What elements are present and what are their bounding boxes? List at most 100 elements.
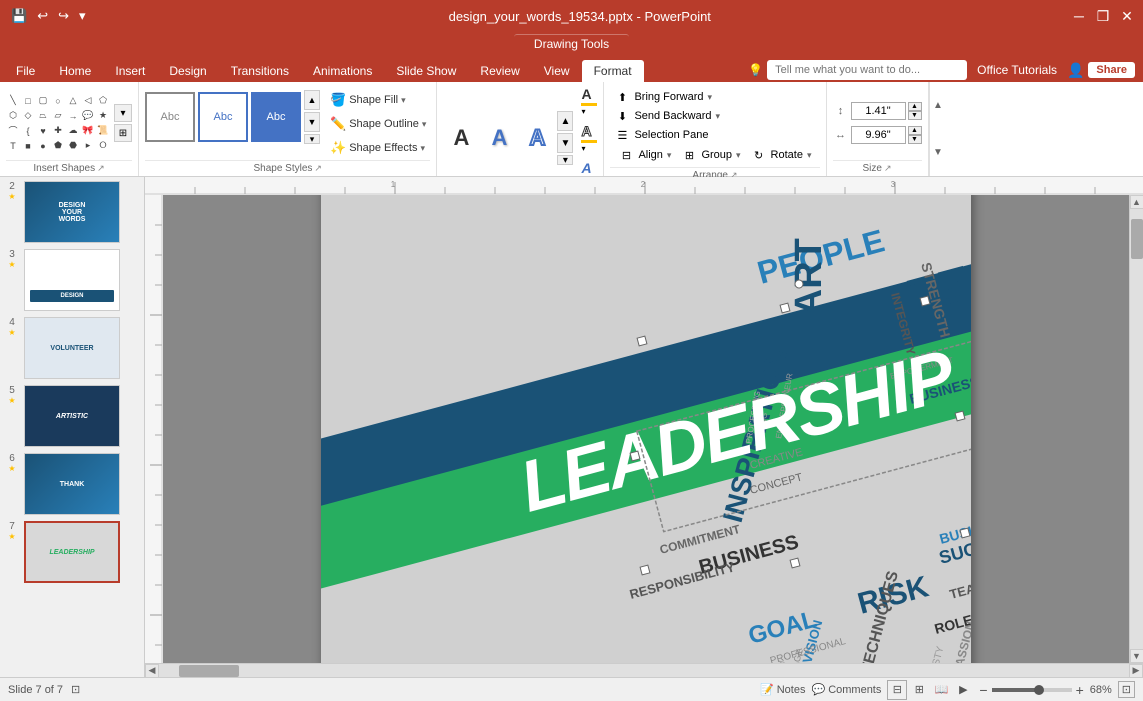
insert-shapes-expand-icon[interactable]: ↗ xyxy=(97,163,105,174)
slide-img-7[interactable]: LEADERSHIP xyxy=(24,521,120,583)
text-box-shape[interactable]: T xyxy=(6,139,20,153)
arrow-shape[interactable]: → xyxy=(66,109,80,123)
para-shape[interactable]: ▱ xyxy=(51,109,65,123)
shape-outline-dropdown[interactable]: ▾ xyxy=(422,119,427,130)
tab-animations[interactable]: Animations xyxy=(301,60,384,82)
scroll-track-h[interactable] xyxy=(159,664,1129,677)
shapes-more-button[interactable]: ▾ xyxy=(114,104,132,122)
slide-sorter-button[interactable]: ⊞ xyxy=(909,680,929,700)
rect2-shape[interactable]: ■ xyxy=(21,139,35,153)
slide-img-2[interactable]: DESIGNYOURWORDS xyxy=(24,181,120,243)
scroll-right-button[interactable]: ▶ xyxy=(1129,664,1143,678)
scroll-track-v[interactable] xyxy=(1130,209,1143,649)
oval-shape[interactable]: ● xyxy=(36,139,50,153)
ribbon-scroll-area[interactable]: ▲ ▼ xyxy=(929,82,947,176)
slideshow-button[interactable]: ▶ xyxy=(953,680,973,700)
align-dropdown[interactable]: ▾ xyxy=(667,150,672,161)
circle-shape[interactable]: ○ xyxy=(51,94,65,108)
shape-effects-dropdown[interactable]: ▾ xyxy=(420,143,425,154)
zoom-thumb[interactable] xyxy=(1034,685,1044,695)
scroll-thumb-h[interactable] xyxy=(179,665,239,677)
text-fill-button[interactable]: A ▾ xyxy=(581,86,597,116)
customize-icon[interactable]: ▾ xyxy=(76,6,89,26)
align-button[interactable]: ⊟ Align ▾ xyxy=(614,146,675,164)
hexagon-shape[interactable]: ⬡ xyxy=(6,109,20,123)
text-fill-dropdown-icon[interactable]: ▾ xyxy=(581,107,585,116)
comments-button[interactable]: 💬 Comments xyxy=(811,683,881,696)
tab-insert[interactable]: Insert xyxy=(103,60,157,82)
slide-thumb-5[interactable]: 5 ★ ARTISTIC xyxy=(4,385,140,447)
shape-outline-button[interactable]: ✏️ Shape Outline ▾ xyxy=(326,114,430,134)
scroll-thumb-v[interactable] xyxy=(1131,219,1143,259)
shape-style-1[interactable]: Abc xyxy=(145,92,195,142)
trapezoid-shape[interactable]: ⏢ xyxy=(36,109,50,123)
slide-thumb-2[interactable]: 2 ★ DESIGNYOURWORDS xyxy=(4,181,140,243)
rect-shape[interactable]: □ xyxy=(21,94,35,108)
selection-pane-button[interactable]: ☰ Selection Pane xyxy=(610,126,712,144)
shape7[interactable]: ⭘ xyxy=(96,139,110,153)
redo-icon[interactable]: ↪ xyxy=(55,6,72,26)
curved-shape[interactable]: ⌒ xyxy=(6,124,20,138)
wordart-sample-3[interactable]: A xyxy=(519,113,555,163)
slide-thumb-4[interactable]: 4 ★ VOLUNTEER xyxy=(4,317,140,379)
share-button[interactable]: Share xyxy=(1088,62,1135,78)
pentagon-shape[interactable]: ⬠ xyxy=(96,94,110,108)
triangle-shape[interactable]: △ xyxy=(66,94,80,108)
group-dropdown[interactable]: ▾ xyxy=(736,150,741,161)
height-up-button[interactable]: ▲ xyxy=(908,102,922,111)
size-expand-icon[interactable]: ↗ xyxy=(884,163,892,174)
zoom-fit-button[interactable]: ⊡ xyxy=(1118,681,1135,698)
shape-style-more[interactable]: ▾ xyxy=(304,134,320,144)
tell-me-input[interactable] xyxy=(767,60,967,80)
rounded-rect-shape[interactable]: ▢ xyxy=(36,94,50,108)
slide-img-6[interactable]: THANK xyxy=(24,453,120,515)
shape-styles-expand-icon[interactable]: ↗ xyxy=(314,163,322,174)
minimize-button[interactable]: ─ xyxy=(1071,8,1087,24)
slide-img-4[interactable]: VOLUNTEER xyxy=(24,317,120,379)
slide-img-3[interactable]: DESIGN xyxy=(24,249,120,311)
zoom-track[interactable] xyxy=(992,688,1072,692)
tab-home[interactable]: Home xyxy=(47,60,103,82)
cloud-shape[interactable]: ☁ xyxy=(66,124,80,138)
shape-style-down[interactable]: ▼ xyxy=(304,112,320,132)
scroll-up-button[interactable]: ▲ xyxy=(1130,195,1143,209)
normal-view-button[interactable]: ⊟ xyxy=(887,680,907,700)
shape-fill-dropdown[interactable]: ▾ xyxy=(401,95,406,106)
close-button[interactable]: ✕ xyxy=(1119,8,1135,24)
rtriangle-shape[interactable]: ◁ xyxy=(81,94,95,108)
callout-shape[interactable]: 💬 xyxy=(81,109,95,123)
height-down-button[interactable]: ▼ xyxy=(908,111,922,120)
text-outline-button[interactable]: A ▾ xyxy=(581,123,597,153)
send-backward-dropdown[interactable]: ▾ xyxy=(715,111,720,122)
cross-shape[interactable]: ✚ xyxy=(51,124,65,138)
scroll-down-button[interactable]: ▼ xyxy=(1130,649,1143,663)
rotate-button[interactable]: ↻ Rotate ▾ xyxy=(747,146,816,164)
zoom-minus-button[interactable]: − xyxy=(979,682,987,698)
tab-view[interactable]: View xyxy=(532,60,582,82)
tab-format[interactable]: Format xyxy=(582,60,644,82)
rotate-dropdown[interactable]: ▾ xyxy=(807,150,812,161)
height-input[interactable] xyxy=(851,102,906,120)
notes-button[interactable]: 📝 Notes xyxy=(760,683,805,696)
shape6[interactable]: ▸ xyxy=(81,139,95,153)
bring-forward-dropdown[interactable]: ▾ xyxy=(708,92,713,103)
width-down-button[interactable]: ▼ xyxy=(908,135,922,144)
slide-thumb-3[interactable]: 3 ★ DESIGN xyxy=(4,249,140,311)
ribbon-scroll-down[interactable]: ▼ xyxy=(933,129,943,176)
tab-design[interactable]: Design xyxy=(157,60,218,82)
shape4[interactable]: ⬟ xyxy=(51,139,65,153)
width-up-button[interactable]: ▲ xyxy=(908,126,922,135)
diamond-shape[interactable]: ◇ xyxy=(21,109,35,123)
zoom-percent[interactable]: 68% xyxy=(1090,684,1112,696)
tab-review[interactable]: Review xyxy=(468,60,531,82)
wordart-sample-1[interactable]: A xyxy=(443,113,479,163)
office-tutorials-button[interactable]: Office Tutorials xyxy=(971,61,1063,79)
shape-style-2[interactable]: Abc xyxy=(198,92,248,142)
shape5[interactable]: ⬣ xyxy=(66,139,80,153)
slide-img-5[interactable]: ARTISTIC xyxy=(24,385,120,447)
shapes-arrange-button[interactable]: ⊞ xyxy=(114,124,132,142)
slide-thumb-6[interactable]: 6 ★ THANK xyxy=(4,453,140,515)
slide-area[interactable]: TEAMWORK PEOPLE HEART INTEGRITY STRENGTH xyxy=(321,195,971,663)
wordart-up-button[interactable]: ▲ xyxy=(557,111,573,131)
restore-button[interactable]: ❒ xyxy=(1095,8,1111,24)
